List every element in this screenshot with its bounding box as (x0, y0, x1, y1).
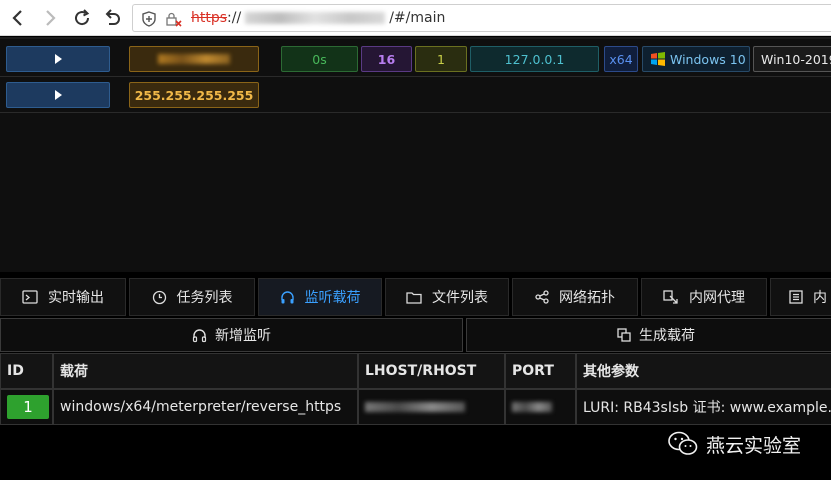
undo-button[interactable] (100, 6, 124, 30)
headphones-icon (280, 290, 294, 303)
tab-listeners[interactable]: 监听载荷 (258, 278, 382, 316)
table-row-other-params: LURI: RB43sIsb 证书: www.example.com (576, 389, 831, 425)
session-row[interactable]: 255.255.255.255 (0, 77, 831, 113)
session-play-button[interactable] (6, 46, 110, 72)
forward-button[interactable] (38, 6, 62, 30)
clock-icon (152, 290, 166, 304)
watermark: 燕云实验室 (668, 424, 801, 464)
list-icon (789, 290, 803, 304)
tab-label: 内 (813, 290, 827, 306)
share-icon (535, 290, 549, 304)
table-row-lhost (358, 389, 505, 425)
column-header-payload[interactable]: 载荷 (53, 353, 358, 389)
tab-more[interactable]: 内 (770, 278, 831, 316)
redacted-ip (158, 54, 230, 64)
tab-label: 网络拓扑 (559, 290, 615, 306)
session-elapsed: 0s (281, 46, 358, 72)
session-ip: 255.255.255.255 (129, 82, 259, 108)
session-arch: x64 (604, 46, 638, 72)
wechat-icon (668, 431, 698, 455)
generate-payload-label: 生成载荷 (639, 328, 695, 344)
session-pid: 16 (361, 46, 412, 72)
proxy-icon (663, 289, 678, 304)
table-row-id-cell: 1 (0, 389, 53, 425)
table-row-payload: windows/x64/meterpreter/reverse_https (53, 389, 358, 425)
chevron-right-icon (46, 10, 56, 26)
tab-task-list[interactable]: 任务列表 (129, 278, 255, 316)
session-os-label: Windows 10 (670, 51, 746, 67)
headphones-icon (192, 328, 207, 342)
session-hostname: Win10-2019 (753, 46, 831, 72)
undo-icon (105, 9, 120, 25)
browser-toolbar: https:// /#/main (0, 0, 831, 36)
back-button[interactable] (6, 6, 30, 30)
redacted-port (512, 402, 552, 412)
url-text: https:// /#/main (191, 10, 445, 26)
chevron-left-icon (12, 10, 22, 26)
column-header-lhost[interactable]: LHOST/RHOST (358, 353, 505, 389)
tab-realtime-output[interactable]: 实时输出 (0, 278, 126, 316)
session-local-ip: 127.0.0.1 (470, 46, 599, 72)
url-separator: :// (227, 10, 242, 26)
url-path: /#/main (389, 10, 446, 26)
redacted-host (245, 12, 386, 24)
tab-file-list[interactable]: 文件列表 (385, 278, 509, 316)
tab-label: 文件列表 (432, 290, 488, 306)
address-bar[interactable]: https:// /#/main (132, 4, 831, 32)
insecure-lock-icon (166, 12, 182, 27)
sessions-panel: 0s 16 1 127.0.0.1 x64 Windows 10 Win10-2… (0, 37, 831, 272)
session-count: 1 (415, 46, 467, 72)
listener-actions: 新增监听 生成载荷 (0, 318, 831, 352)
column-header-id[interactable]: ID (0, 353, 53, 389)
tab-label: 监听载荷 (304, 290, 361, 306)
add-listener-label: 新增监听 (215, 328, 271, 344)
column-header-port[interactable]: PORT (505, 353, 576, 389)
tab-network-topology[interactable]: 网络拓扑 (512, 278, 638, 316)
tab-label: 内网代理 (689, 290, 745, 306)
folder-icon (406, 291, 422, 304)
redacted-lhost (365, 402, 465, 412)
listener-id-badge[interactable]: 1 (7, 395, 49, 419)
listener-table: ID 载荷 LHOST/RHOST PORT 其他参数 1 windows/x6… (0, 353, 831, 425)
table-row-port (505, 389, 576, 425)
tab-label: 任务列表 (176, 290, 233, 306)
tab-intranet-proxy[interactable]: 内网代理 (641, 278, 767, 316)
play-icon (55, 54, 62, 64)
reload-button[interactable] (70, 6, 94, 30)
session-external-host (129, 46, 259, 72)
url-scheme: https (191, 10, 228, 26)
session-play-button[interactable] (6, 82, 110, 108)
generate-payload-button[interactable]: 生成载荷 (466, 318, 831, 352)
column-header-other-params[interactable]: 其他参数 (576, 353, 831, 389)
play-icon (55, 90, 62, 100)
tab-label: 实时输出 (48, 290, 104, 306)
session-os: Windows 10 (642, 46, 750, 72)
terminal-icon (22, 290, 38, 304)
windows-logo-icon (651, 52, 665, 66)
session-row[interactable]: 0s 16 1 127.0.0.1 x64 Windows 10 Win10-2… (0, 41, 831, 77)
reload-icon (75, 9, 90, 26)
copy-icon (617, 328, 631, 342)
watermark-text: 燕云实验室 (706, 434, 802, 457)
shield-icon (142, 11, 156, 27)
tab-bar: 实时输出 任务列表 监听载荷 文件列表 网络拓扑 内网代理 内 (0, 278, 831, 316)
add-listener-button[interactable]: 新增监听 (0, 318, 463, 352)
app-root: https:// /#/main 0s 16 1 127.0.0.1 x64 Wi… (0, 0, 831, 480)
